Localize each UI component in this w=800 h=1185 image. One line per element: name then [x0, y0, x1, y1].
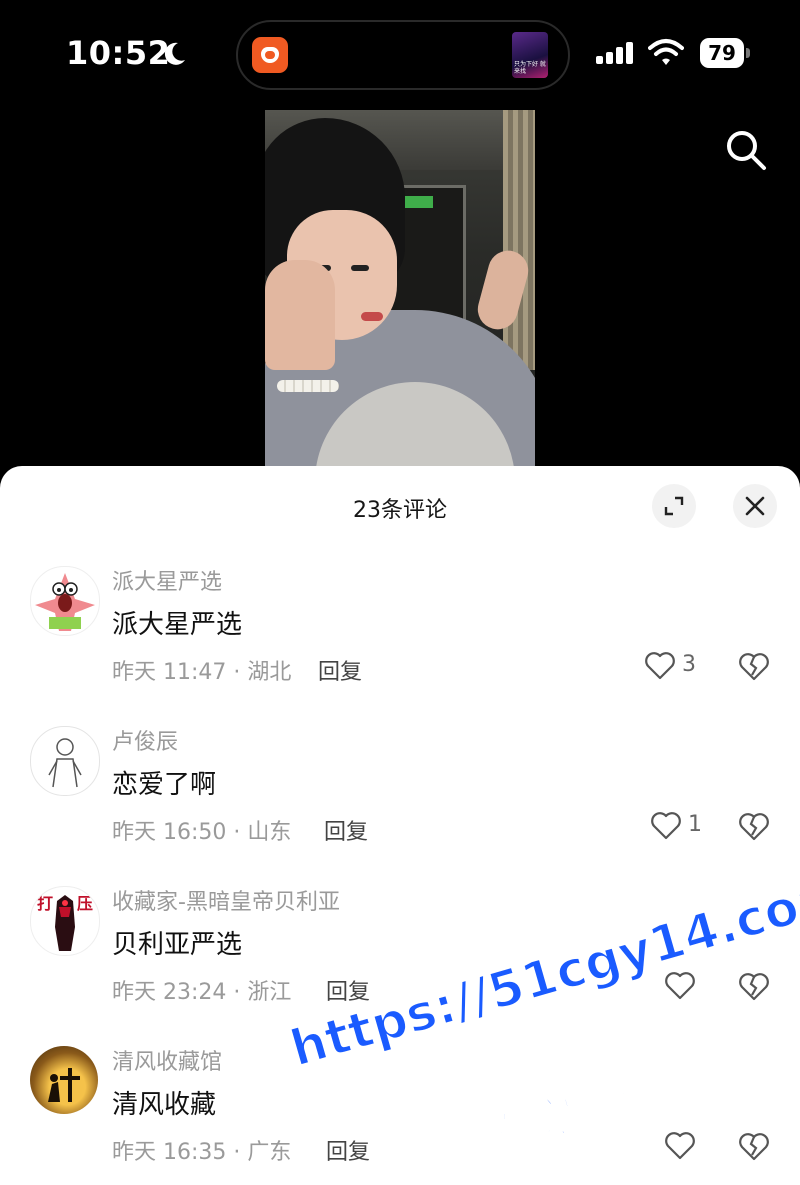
battery-indicator: 79	[700, 38, 744, 68]
search-icon[interactable]	[724, 128, 768, 172]
reply-button[interactable]: 回复	[324, 814, 368, 846]
expand-button[interactable]	[652, 484, 696, 528]
moon-icon	[164, 42, 185, 65]
battery-tip	[746, 48, 750, 58]
sunset-cross-avatar[interactable]	[30, 1046, 98, 1114]
status-bar: 10:52 只为下好 就来找 79	[0, 0, 800, 100]
comment-text: 清风收藏	[112, 1090, 217, 1120]
comment-username[interactable]: 派大星严选	[112, 564, 222, 596]
reply-button[interactable]: 回复	[326, 1134, 370, 1166]
broken-heart-icon[interactable]	[738, 650, 770, 682]
reply-button[interactable]: 回复	[318, 654, 362, 686]
tomato-app-icon	[252, 37, 288, 73]
close-button[interactable]	[733, 484, 777, 528]
comment-username[interactable]: 收藏家-黑暗皇帝贝利亚	[112, 884, 340, 916]
comments-sheet: 23条评论 派大星严选 派大星严选 昨天 11:47 · 湖北 回复 3 卢俊辰…	[0, 466, 800, 1185]
battery-level: 79	[708, 41, 736, 65]
comment-text: 恋爱了啊	[112, 770, 217, 800]
heart-icon	[665, 1132, 695, 1160]
like-count: 3	[682, 652, 696, 677]
like-count: 1	[688, 812, 702, 837]
status-time: 10:52	[66, 34, 171, 72]
close-icon	[745, 496, 765, 516]
dynamic-island[interactable]: 只为下好 就来找	[236, 20, 570, 90]
comment-item: 卢俊辰 恋爱了啊 昨天 16:50 · 山东 回复 1	[0, 696, 800, 856]
svg-text:打: 打	[37, 894, 53, 913]
comment-username[interactable]: 卢俊辰	[112, 724, 178, 756]
comment-meta: 昨天 11:47 · 湖北	[112, 660, 292, 685]
comment-text: 派大星严选	[112, 610, 243, 640]
now-playing-thumbnail: 只为下好 就来找	[512, 32, 548, 78]
patrick-star-avatar[interactable]	[30, 566, 100, 636]
heart-icon	[665, 972, 695, 1000]
svg-text:压: 压	[77, 894, 93, 913]
expand-icon	[664, 496, 684, 516]
broken-heart-icon[interactable]	[738, 810, 770, 842]
broken-heart-icon[interactable]	[738, 970, 770, 1002]
heart-icon	[651, 812, 681, 840]
comment-meta: 昨天 16:50 · 山东	[112, 820, 292, 845]
sketch-figure-avatar[interactable]	[30, 726, 100, 796]
cellular-signal-icon	[596, 42, 633, 64]
comment-item: 派大星严选 派大星严选 昨天 11:47 · 湖北 回复 3	[0, 536, 800, 696]
comment-username[interactable]: 清风收藏馆	[112, 1044, 222, 1076]
wifi-icon	[648, 39, 684, 65]
comment-text: 贝利亚严选	[112, 930, 243, 960]
broken-heart-icon[interactable]	[738, 1130, 770, 1162]
heart-icon	[645, 652, 675, 680]
belial-avatar[interactable]: 打 压	[30, 886, 100, 956]
comment-meta: 昨天 16:35 · 广东	[112, 1140, 292, 1165]
now-playing-thumb-text: 只为下好 就来找	[514, 61, 546, 75]
video-player[interactable]	[265, 110, 535, 470]
comment-meta: 昨天 23:24 · 浙江	[112, 980, 292, 1005]
